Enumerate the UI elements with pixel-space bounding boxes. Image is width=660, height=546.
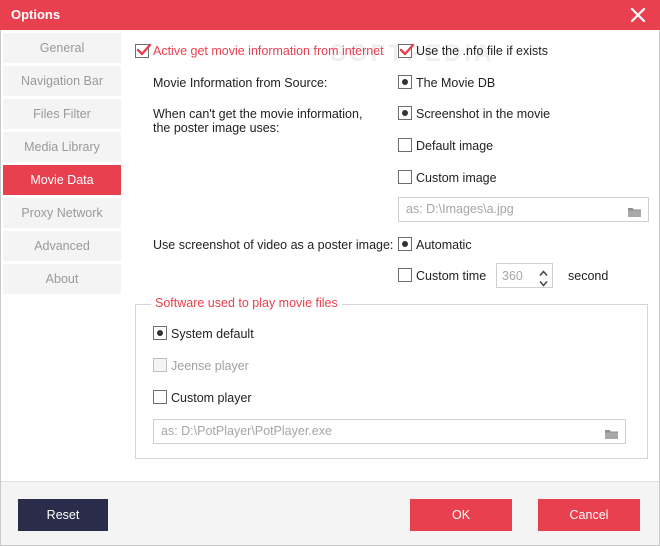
source-label: Movie Information from Source:	[153, 76, 328, 90]
the-movie-db-label: The Movie DB	[416, 76, 496, 90]
sidebar-nav: General Navigation Bar Files Filter Medi…	[3, 33, 121, 297]
default-image-label: Default image	[416, 139, 494, 153]
sidebar-item-about[interactable]: About	[3, 264, 121, 294]
custom-player-checkbox[interactable]	[153, 390, 167, 404]
screenshot-in-movie-label: Screenshot in the movie	[416, 107, 551, 121]
custom-player-path-input[interactable]: as: D:\PotPlayer\PotPlayer.exe	[153, 419, 626, 444]
custom-image-path-input[interactable]: as: D:\Images\a.jpg	[398, 197, 649, 222]
sidebar-item-files-filter[interactable]: Files Filter	[3, 99, 121, 129]
automatic-radio[interactable]	[398, 237, 412, 251]
seconds-unit-label: second	[568, 269, 609, 283]
custom-player-path-placeholder: as: D:\PotPlayer\PotPlayer.exe	[161, 424, 332, 438]
poster-fallback-label-2: the poster image uses:	[153, 121, 280, 135]
custom-time-stepper[interactable]: 360	[496, 263, 553, 288]
custom-time-checkbox[interactable]	[398, 268, 412, 282]
sidebar-item-navigation-bar[interactable]: Navigation Bar	[3, 66, 121, 96]
active-get-info-label: Active get movie information from intern…	[153, 44, 384, 58]
use-nfo-label: Use the .nfo file if exists	[416, 44, 549, 58]
sidebar-item-general[interactable]: General	[3, 33, 121, 63]
sidebar-item-proxy-network[interactable]: Proxy Network	[3, 198, 121, 228]
player-group-title: Software used to play movie files	[151, 296, 342, 310]
jeense-player-checkbox	[153, 358, 167, 372]
system-default-radio[interactable]	[153, 326, 167, 340]
sidebar-item-advanced[interactable]: Advanced	[3, 231, 121, 261]
sidebar-item-movie-data[interactable]: Movie Data	[3, 165, 121, 195]
custom-time-value: 360	[502, 269, 523, 283]
custom-image-path-placeholder: as: D:\Images\a.jpg	[406, 202, 514, 216]
custom-time-label: Custom time	[416, 269, 487, 283]
folder-icon[interactable]	[627, 203, 642, 226]
chevron-up-icon[interactable]	[539, 267, 548, 276]
custom-image-label: Custom image	[416, 171, 497, 185]
jeense-player-label: Jeense player	[171, 359, 249, 373]
active-get-info-checkbox[interactable]	[135, 43, 152, 58]
custom-image-checkbox[interactable]	[398, 170, 412, 184]
cancel-button[interactable]: Cancel	[538, 499, 640, 531]
default-image-checkbox[interactable]	[398, 138, 412, 152]
the-movie-db-radio[interactable]	[398, 75, 412, 89]
system-default-label: System default	[171, 327, 254, 341]
custom-player-label: Custom player	[171, 391, 252, 405]
sidebar-item-media-library[interactable]: Media Library	[3, 132, 121, 162]
use-nfo-checkbox[interactable]	[398, 43, 415, 58]
window-title: Options	[11, 7, 61, 22]
folder-icon[interactable]	[604, 425, 619, 448]
screenshot-in-movie-radio[interactable]	[398, 106, 412, 120]
chevron-down-icon[interactable]	[539, 277, 548, 287]
title-bar: Options	[0, 0, 660, 30]
poster-fallback-label-1: When can't get the movie information,	[153, 107, 363, 121]
reset-button[interactable]: Reset	[18, 499, 108, 531]
screenshot-poster-label: Use screenshot of video as a poster imag…	[153, 238, 394, 252]
automatic-label: Automatic	[416, 238, 472, 252]
ok-button[interactable]: OK	[410, 499, 512, 531]
close-icon[interactable]	[630, 7, 646, 23]
